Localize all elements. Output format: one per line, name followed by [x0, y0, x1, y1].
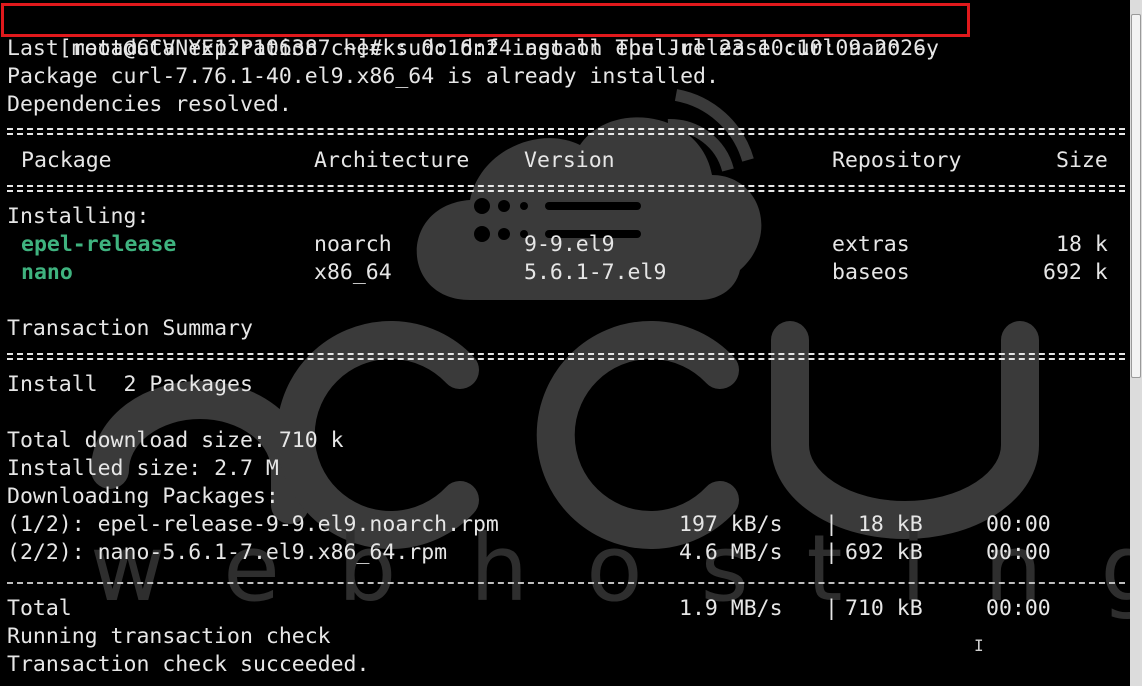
total-speed: 1.9 MB/s	[679, 596, 783, 621]
row-repo: extras	[832, 232, 910, 257]
download-size: 692 kB	[845, 540, 923, 565]
total-label: Total	[7, 596, 72, 621]
separator-double	[7, 353, 1125, 360]
installed-size-line: Installed size: 2.7 M	[7, 456, 279, 481]
row-package: nano	[21, 260, 73, 285]
download-size: 18 kB	[845, 512, 923, 537]
transaction-summary-title: Transaction Summary	[7, 316, 253, 341]
row-version: 5.6.1-7.el9	[524, 260, 667, 285]
download-row: (1/2): epel-release-9-9.el9.noarch.rpm 1…	[7, 512, 1051, 537]
table-row: epel-release noarch 9-9.el9 extras 18 k	[7, 231, 1117, 259]
install-count-line: Install 2 Packages	[7, 372, 253, 397]
table-header: Package Architecture Version Repository …	[7, 147, 1117, 175]
download-time: 00:00	[986, 540, 1051, 565]
total-time: 00:00	[986, 596, 1051, 621]
package-installed-line: Package curl-7.76.1-40.el9.x86_64 is alr…	[7, 64, 719, 89]
command-highlight-box	[1, 3, 970, 37]
transaction-check-line: Running transaction check	[7, 624, 331, 649]
installing-label: Installing:	[7, 204, 150, 229]
table-row: nano x86_64 5.6.1-7.el9 baseos 692 k	[7, 259, 1117, 287]
transaction-success-line: Transaction check succeeded.	[7, 652, 370, 677]
download-speed: 4.6 MB/s	[679, 540, 783, 565]
col-repository: Repository	[832, 148, 962, 173]
col-version: Version	[524, 148, 615, 173]
row-repo: baseos	[832, 260, 910, 285]
separator-single	[7, 582, 1125, 584]
vertical-scrollbar[interactable]	[1130, 0, 1142, 686]
col-package: Package	[21, 148, 112, 173]
total-row: Total 1.9 MB/s | 710 kB 00:00	[7, 596, 1051, 621]
scrollbar-thumb[interactable]	[1131, 14, 1141, 378]
row-arch: noarch	[314, 232, 392, 257]
download-name: (1/2): epel-release-9-9.el9.noarch.rpm	[7, 512, 499, 537]
metadata-line: Last metadata expiration check: 0:16:24 …	[7, 36, 939, 61]
separator-double	[7, 128, 1125, 135]
download-time: 00:00	[986, 512, 1051, 537]
downloading-label: Downloading Packages:	[7, 484, 279, 509]
row-package: epel-release	[21, 232, 177, 257]
row-size: 692 k	[1043, 260, 1108, 285]
dependencies-line: Dependencies resolved.	[7, 92, 292, 117]
download-name: (2/2): nano-5.6.1-7.el9.x86_64.rpm	[7, 540, 448, 565]
col-size: Size	[1056, 148, 1108, 173]
download-speed: 197 kB/s	[679, 512, 783, 537]
total-size: 710 kB	[845, 596, 923, 621]
download-row: (2/2): nano-5.6.1-7.el9.x86_64.rpm 4.6 M…	[7, 540, 1051, 565]
row-version: 9-9.el9	[524, 232, 615, 257]
text-cursor-icon: I	[974, 636, 984, 655]
download-size-line: Total download size: 710 k	[7, 428, 344, 453]
row-arch: x86_64	[314, 260, 392, 285]
separator-double	[7, 185, 1125, 192]
col-architecture: Architecture	[314, 148, 470, 173]
terminal-window[interactable]: web hosting [root@CCVNYE12P106387 ~]# su…	[0, 0, 1130, 686]
row-size: 18 k	[1056, 232, 1108, 257]
